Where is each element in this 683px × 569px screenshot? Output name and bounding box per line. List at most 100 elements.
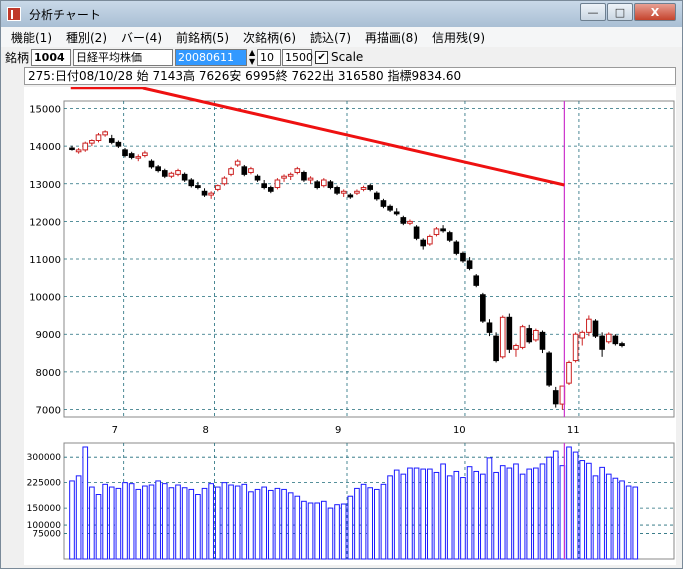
- volume-tick-label: 150000: [27, 504, 62, 514]
- candle-up: [360, 187, 367, 190]
- volume-bar: [552, 450, 559, 560]
- volume-bar: [513, 463, 519, 560]
- price-tick-label: 8000: [36, 368, 61, 379]
- volume-bar: [221, 482, 228, 560]
- spin-up-icon[interactable]: ▲: [249, 48, 255, 57]
- volume-bar: [320, 500, 327, 560]
- menu-function[interactable]: 機能(1): [11, 29, 52, 46]
- minimize-button[interactable]: —: [580, 3, 606, 21]
- candle-down: [446, 232, 453, 241]
- volume-bar: [287, 492, 294, 560]
- menu-previous-stock[interactable]: 前銘柄(5): [176, 29, 229, 46]
- menu-type[interactable]: 種別(2): [66, 29, 107, 46]
- candle-down: [181, 173, 188, 181]
- volume-bar: [122, 482, 128, 560]
- candle-down: [327, 181, 334, 189]
- candle-up: [248, 168, 254, 173]
- candle-up: [433, 228, 440, 236]
- candle-down: [539, 331, 546, 350]
- volume-bar: [115, 487, 122, 560]
- volume-bar: [175, 484, 181, 560]
- window-title: 分析チャート: [29, 7, 101, 22]
- candle-down: [493, 335, 499, 362]
- candle-up: [168, 172, 175, 177]
- volume-bar: [420, 468, 427, 560]
- date-field[interactable]: 20080611: [175, 48, 248, 66]
- volume-bar: [499, 465, 506, 560]
- x-tick-label: 7: [112, 425, 118, 436]
- volume-bar: [307, 502, 314, 560]
- volume-bar: [460, 477, 466, 560]
- volume-bar: [69, 480, 75, 560]
- volume-bar: [400, 473, 407, 560]
- volume-bar: [625, 485, 632, 560]
- candle-up: [175, 170, 181, 175]
- volume-bar: [440, 463, 446, 560]
- candle-up: [499, 316, 506, 358]
- candle-up: [586, 318, 592, 333]
- candle-up: [320, 179, 327, 187]
- volume-bar: [605, 473, 612, 560]
- volume-bar: [82, 446, 89, 560]
- spin-down-icon[interactable]: ▼: [249, 57, 255, 66]
- date-spinner[interactable]: ▲ ▼: [248, 48, 256, 66]
- volume-bar: [254, 488, 261, 560]
- candle-up: [214, 185, 221, 190]
- volume-bar: [354, 487, 360, 560]
- candle-down: [420, 239, 427, 247]
- days-field[interactable]: 10: [257, 48, 282, 66]
- volume-bar: [586, 462, 592, 560]
- volume-bar: [274, 487, 281, 560]
- candle-down: [367, 185, 374, 190]
- volume-bar: [234, 485, 241, 560]
- x-tick-label: 11: [567, 425, 580, 436]
- maximize-button[interactable]: □: [607, 3, 633, 21]
- volume-bar: [579, 460, 586, 560]
- info-bar: 275:日付08/10/28 始 7143高 7626安 6995終 7622出…: [24, 67, 676, 85]
- candle-up: [274, 179, 281, 189]
- candle-up: [407, 220, 413, 224]
- candle-up: [294, 168, 301, 173]
- menu-margin-balance[interactable]: 信用残(9): [432, 29, 485, 46]
- candle-up: [287, 173, 294, 177]
- candle-up: [307, 177, 314, 181]
- price-tick-label: 15000: [29, 105, 61, 116]
- scale-checkbox[interactable]: ✔: [315, 50, 329, 64]
- volume-bar: [539, 463, 546, 560]
- candle-down: [261, 183, 267, 189]
- candle-down: [480, 294, 486, 322]
- stock-code-field[interactable]: 1004: [31, 48, 72, 66]
- stock-name-field[interactable]: 日経平均株価: [73, 48, 174, 66]
- candle-down: [612, 335, 619, 345]
- volume-bar: [393, 469, 400, 560]
- candle-down: [148, 160, 155, 168]
- volume-bar: [108, 486, 115, 560]
- range-field[interactable]: 1500: [282, 48, 313, 66]
- volume-bar: [493, 471, 499, 560]
- candle-up: [427, 235, 433, 245]
- menu-redraw[interactable]: 再描画(8): [365, 29, 418, 46]
- window-controls: — □ X: [580, 3, 676, 21]
- candle-up: [340, 190, 347, 194]
- candle-down: [466, 260, 473, 269]
- candle-down: [267, 187, 274, 192]
- candle-down: [460, 252, 466, 262]
- volume-bar: [155, 480, 161, 560]
- menu-bar-setting[interactable]: バー(4): [121, 29, 162, 46]
- chart-area[interactable]: 15000 14000 13000 12000 11000 10000 9000 8000 70…: [24, 87, 676, 565]
- volume-bar: [566, 446, 572, 560]
- menu-next-stock[interactable]: 次銘柄(6): [243, 29, 296, 46]
- candle-down: [314, 181, 321, 189]
- chart-svg[interactable]: 15000 14000 13000 12000 11000 10000 9000 8000 70…: [24, 87, 676, 565]
- candle-down: [108, 138, 115, 143]
- volume-bar: [314, 502, 321, 560]
- candle-down: [301, 171, 307, 181]
- menu-load[interactable]: 読込(7): [310, 29, 351, 46]
- candle-down: [486, 322, 493, 333]
- candle-down: [546, 352, 552, 386]
- close-button[interactable]: X: [634, 3, 676, 21]
- candle-up: [533, 329, 539, 341]
- candle-down: [387, 205, 393, 211]
- candle-up: [579, 331, 586, 339]
- title-bar[interactable]: 分析チャート — □ X: [1, 1, 682, 27]
